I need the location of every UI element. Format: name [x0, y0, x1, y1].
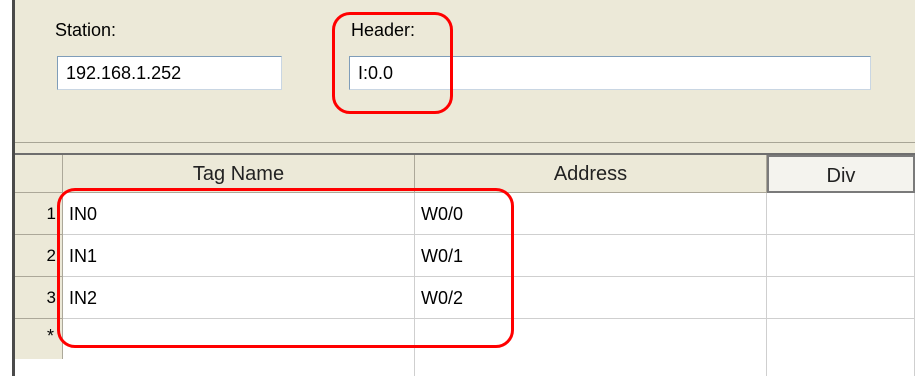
table-cell-tag-name[interactable]: IN2 [63, 277, 415, 319]
table-cell-address[interactable]: W0/0 [415, 193, 767, 235]
column-header-address[interactable]: Address [415, 155, 767, 193]
grid-corner-cell[interactable] [15, 155, 63, 193]
tag-grid: Tag Name Address Div 1 IN0 W0/0 2 IN1 W0… [15, 153, 915, 376]
properties-panel: Station: Header: [15, 0, 915, 143]
table-cell-new-tag-name[interactable] [63, 319, 415, 376]
table-cell-tag-name[interactable]: IN1 [63, 235, 415, 277]
table-cell-div[interactable] [767, 193, 915, 235]
table-cell-address[interactable]: W0/1 [415, 235, 767, 277]
table-cell-div[interactable] [767, 235, 915, 277]
table-cell-new-address[interactable] [415, 319, 767, 376]
column-header-tag-name[interactable]: Tag Name [63, 155, 415, 193]
panel-grid-separator [15, 143, 915, 153]
table-cell-new-div[interactable] [767, 319, 915, 376]
table-cell-address[interactable]: W0/2 [415, 277, 767, 319]
new-row-marker[interactable]: * [15, 319, 63, 359]
row-header[interactable]: 1 [15, 193, 63, 235]
row-header[interactable]: 3 [15, 277, 63, 319]
station-label: Station: [55, 20, 117, 40]
table-cell-div[interactable] [767, 277, 915, 319]
header-input[interactable] [349, 56, 871, 90]
header-label: Header: [351, 20, 416, 40]
tag-editor-window: Station: Header: Tag Name Address Div 1 … [0, 0, 915, 376]
column-header-div[interactable]: Div [767, 155, 915, 193]
row-header[interactable]: 2 [15, 235, 63, 277]
table-cell-tag-name[interactable]: IN0 [63, 193, 415, 235]
station-input[interactable] [57, 56, 282, 90]
